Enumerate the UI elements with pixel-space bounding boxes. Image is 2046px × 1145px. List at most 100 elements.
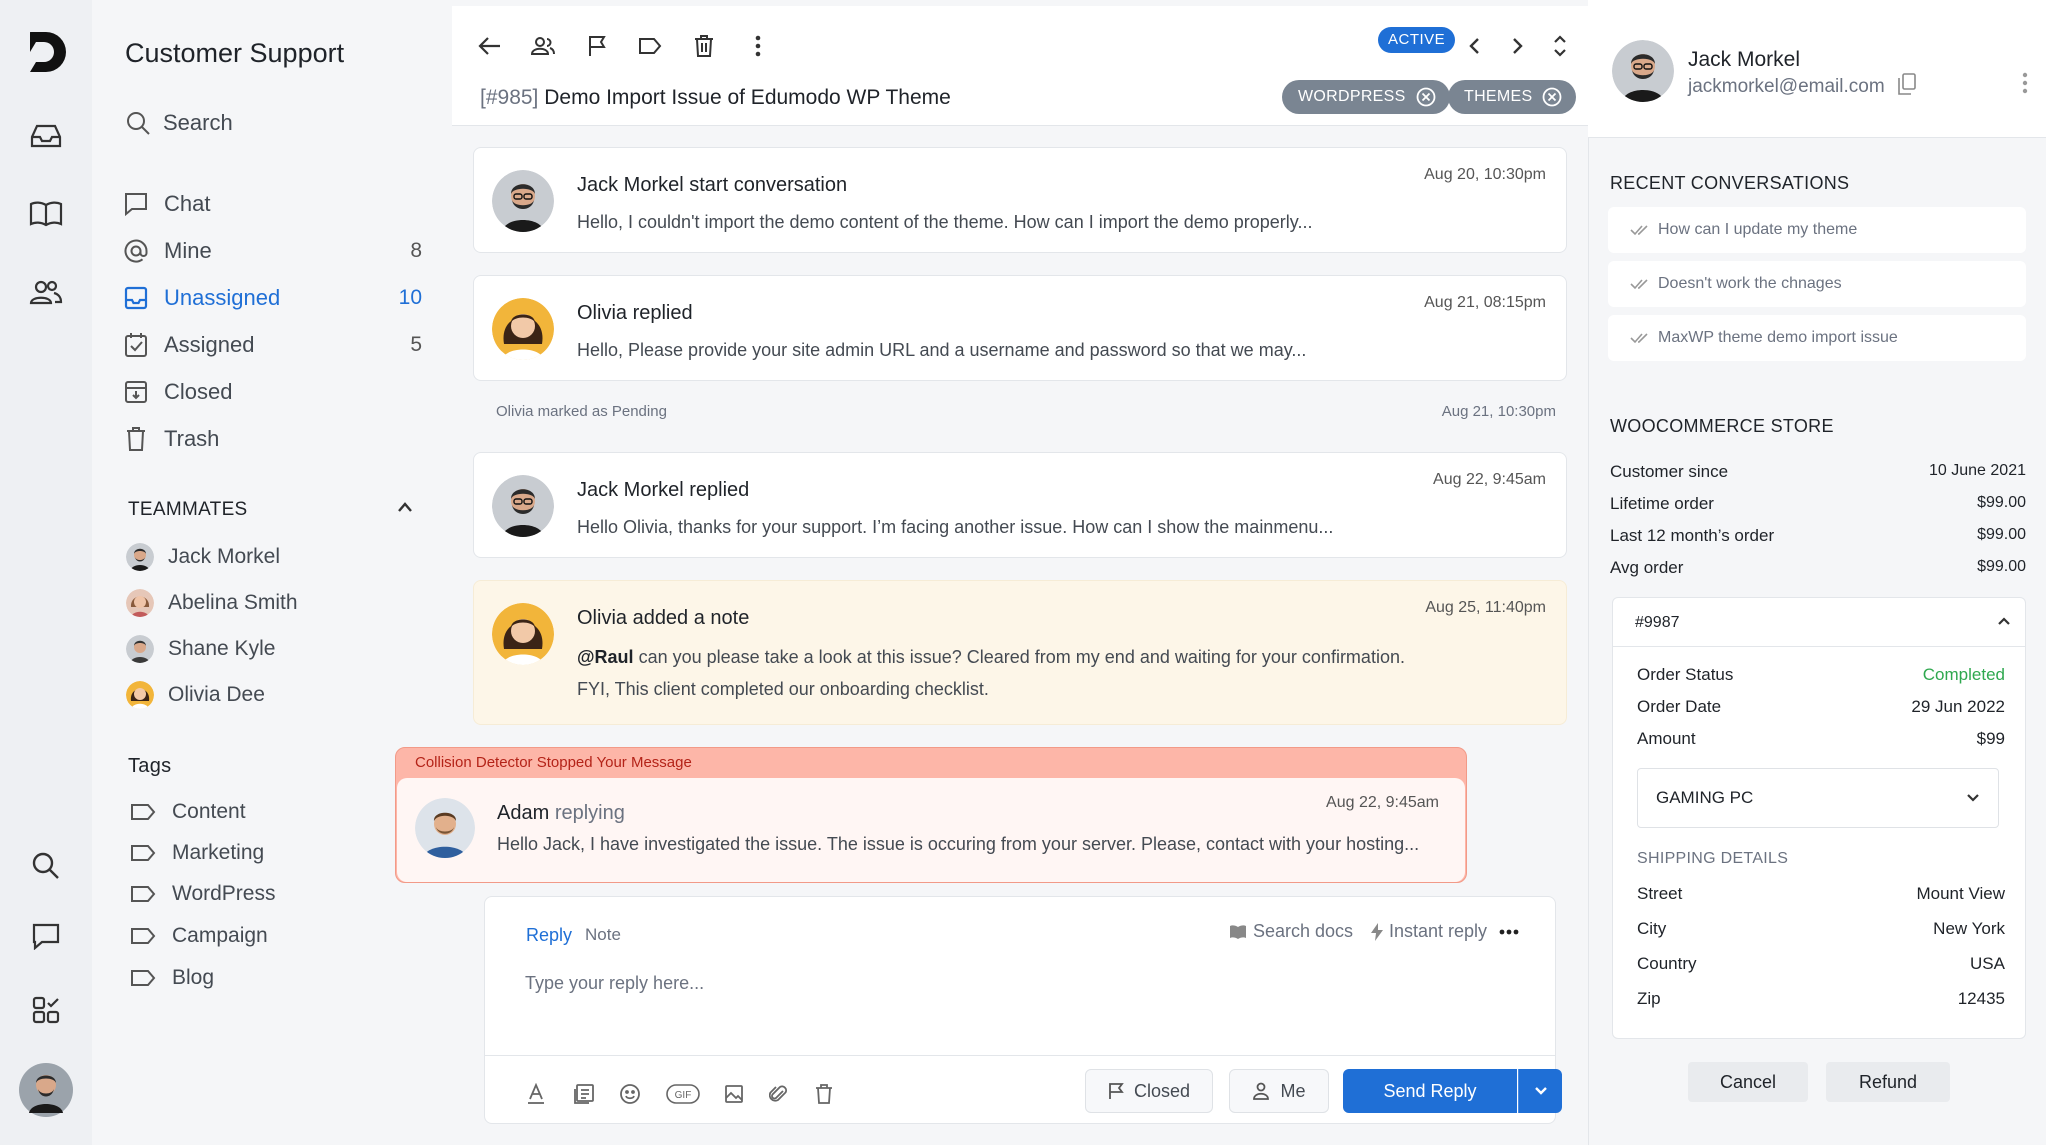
woocommerce-heading: WOOCOMMERCE STORE [1610,416,1834,436]
chip-themes[interactable]: THEMES [1448,80,1577,114]
teammate-abelina[interactable]: Abelina Smith [126,586,298,620]
teammate-jack[interactable]: Jack Morkel [126,540,280,574]
tag-marketing[interactable]: Marketing [130,837,264,869]
image-icon[interactable] [719,1079,749,1109]
instant-reply-label: Instant reply [1389,921,1488,941]
svg-text:GIF: GIF [675,1090,692,1101]
flag-icon[interactable] [579,28,615,64]
emoji-icon[interactable] [615,1079,645,1109]
collision-body: Hello Jack, I have investigated the issu… [497,834,1420,854]
status-badge: ACTIVE [1378,27,1456,53]
search-docs-button[interactable]: Search docs [1229,921,1353,942]
message-author: Olivia replied [577,302,693,324]
refund-order-button[interactable]: Refund [1826,1062,1950,1102]
sidebar-search[interactable]: Search [125,106,233,140]
reply-box: Reply Note Search docs Instant reply Typ… [484,896,1562,1124]
send-options-button[interactable] [1518,1069,1562,1113]
store-row: Lifetime order $99.00 [1610,494,2026,514]
nav-unassigned[interactable]: Unassigned 10 [122,279,422,317]
gif-icon[interactable]: GIF [663,1079,703,1109]
assign-users-icon[interactable] [525,28,561,64]
more-horizontal-icon[interactable] [1499,929,1519,935]
book-icon[interactable] [22,190,70,238]
more-vertical-icon[interactable] [740,28,776,64]
chevron-up-icon[interactable] [1997,616,2011,626]
shipping-row: Country USA [1637,954,2005,974]
reply-input[interactable]: Type your reply here... [525,973,704,994]
product-selected: GAMING PC [1656,788,1754,807]
tag-label: WordPress [172,882,276,905]
chevron-right-icon[interactable] [1500,28,1536,64]
store-key: Lifetime order [1610,494,1714,513]
tag-blog[interactable]: Blog [130,962,214,994]
apps-icon[interactable] [22,986,70,1034]
chevron-up-icon[interactable] [396,500,414,514]
message-card[interactable]: Jack Morkel replied Aug 22, 9:45am Hello… [473,452,1567,558]
trash-icon[interactable] [809,1079,839,1109]
tag-wordpress[interactable]: WordPress [130,878,275,910]
attachment-icon[interactable] [763,1079,793,1109]
nav-mine[interactable]: Mine 8 [122,232,422,270]
double-check-icon [1630,333,1648,344]
nav-chat[interactable]: Chat [122,185,422,223]
tab-note[interactable]: Note [585,925,621,945]
store-row: Last 12 month’s order $99.00 [1610,526,2026,546]
close-circle-icon[interactable] [1542,87,1562,107]
recent-conversation-item[interactable]: Doesn't work the chnages [1608,261,2026,307]
shipping-value: Mount View [1916,884,2005,903]
nav-label: Mine [164,238,212,263]
tag-campaign[interactable]: Campaign [130,920,268,952]
app-logo[interactable] [22,28,70,76]
message-card[interactable]: Olivia replied Aug 21, 08:15pm Hello, Pl… [473,275,1567,381]
chip-wordpress[interactable]: WORDPRESS [1282,80,1450,114]
inbox-icon[interactable] [22,112,70,160]
teammate-shane[interactable]: Shane Kyle [126,632,275,666]
copy-icon[interactable] [1898,73,1916,95]
double-check-icon [1630,225,1648,236]
cancel-order-button[interactable]: Cancel [1688,1062,1808,1102]
instant-reply-button[interactable]: Instant reply [1371,921,1487,942]
close-circle-icon[interactable] [1416,87,1436,107]
more-vertical-icon[interactable] [2022,72,2028,94]
users-icon[interactable] [22,268,70,316]
shipping-row: City New York [1637,919,2005,939]
teammate-olivia[interactable]: Olivia Dee [126,678,265,712]
collision-message[interactable]: Adam replying Aug 22, 9:45am Hello Jack,… [397,778,1465,882]
note-card[interactable]: Olivia added a note Aug 25, 11:40pm @Rau… [473,580,1567,725]
recent-conversation-item[interactable]: MaxWP theme demo import issue [1608,315,2026,361]
chevron-left-icon[interactable] [1456,28,1492,64]
store-value: $99.00 [1977,494,2026,511]
conversation-number: [#985] [480,86,539,109]
tab-reply[interactable]: Reply [526,925,572,946]
nav-count: 5 [410,333,422,356]
message-card[interactable]: Jack Morkel start conversation Aug 20, 1… [473,147,1567,253]
tag-content[interactable]: Content [130,796,246,828]
nav-closed[interactable]: Closed [122,373,422,411]
recent-conversation-item[interactable]: How can I update my theme [1608,207,2026,253]
status-closed-button[interactable]: Closed [1085,1069,1213,1113]
teammate-name: Olivia Dee [168,683,265,706]
order-id: #9987 [1635,614,1680,631]
shipping-value: USA [1970,954,2005,973]
text-format-icon[interactable] [521,1079,551,1109]
tag-icon [131,970,156,986]
send-reply-button[interactable]: Send Reply [1343,1069,1517,1113]
chat-icon[interactable] [22,912,70,960]
store-key: Customer since [1610,462,1729,481]
label-icon[interactable] [632,28,668,64]
template-icon[interactable] [569,1079,599,1109]
search-icon[interactable] [22,842,70,890]
trash-icon[interactable] [686,28,722,64]
nav-trash[interactable]: Trash [122,420,422,458]
collision-alert: Collision Detector Stopped Your Message … [395,747,1467,883]
mention[interactable]: @Raul [577,647,634,667]
user-avatar[interactable] [18,1062,74,1118]
expand-icon[interactable] [1542,28,1578,64]
assignee-button[interactable]: Me [1229,1069,1329,1113]
product-select[interactable]: GAMING PC [1637,768,1999,828]
note-text: can you please take a look at this issue… [633,647,1405,667]
message-body: Hello, I couldn't import the demo conten… [577,212,1313,232]
back-icon[interactable] [472,28,508,64]
nav-assigned[interactable]: Assigned 5 [122,326,422,364]
flag-icon [1109,1083,1124,1099]
